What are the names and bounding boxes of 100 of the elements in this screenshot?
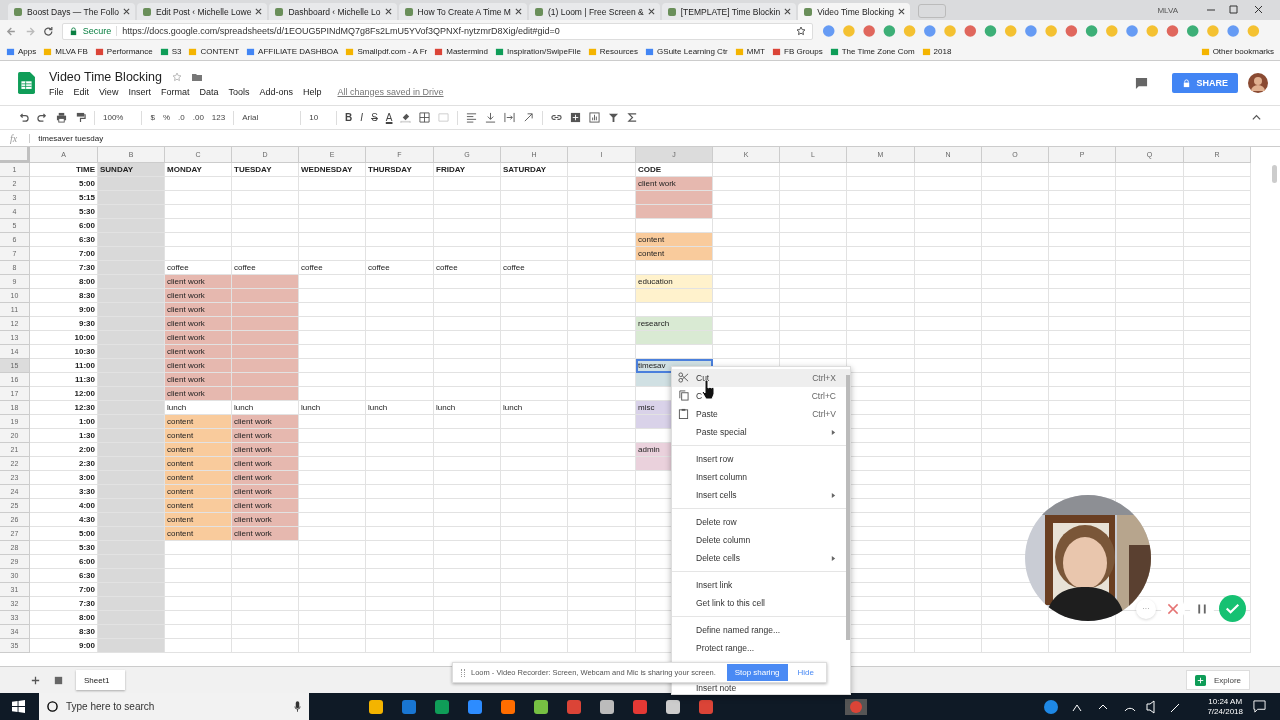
- browser-tab[interactable]: [TEMPLATE] Time Blockin: [661, 3, 797, 20]
- menu-item[interactable]: Delete column: [672, 531, 850, 549]
- explore-button[interactable]: Explore: [1185, 670, 1250, 690]
- filter-icon[interactable]: [608, 112, 620, 123]
- menu-item[interactable]: Define named range...: [672, 621, 850, 639]
- number-format-button[interactable]: 123: [211, 113, 226, 122]
- font-size-dropdown[interactable]: 10: [309, 113, 329, 122]
- sheet-tab[interactable]: Sheet1: [76, 670, 126, 690]
- scrollbar[interactable]: [1272, 165, 1277, 183]
- bookmark-link[interactable]: 2018: [921, 46, 952, 56]
- rotate-icon[interactable]: [523, 112, 535, 123]
- bookmark-link[interactable]: FB Groups: [772, 46, 823, 56]
- menu-item[interactable]: Cut Ctrl+X: [672, 369, 850, 387]
- check-icon[interactable]: [1219, 595, 1246, 622]
- comment-icon[interactable]: [1135, 76, 1149, 90]
- menu-item[interactable]: File: [49, 86, 64, 97]
- bookmark-link[interactable]: GSuite Learning Ctr: [645, 46, 728, 56]
- menu-item[interactable]: Edit: [73, 86, 90, 97]
- menu-item[interactable]: Insert: [128, 86, 151, 97]
- notification-icon[interactable]: [1253, 700, 1266, 713]
- menu-item[interactable]: Delete row: [672, 513, 850, 531]
- browser-tab[interactable]: Boost Days — The Follo: [8, 3, 135, 20]
- bookmark-link[interactable]: Mastermind: [434, 46, 488, 56]
- windows-start-icon[interactable]: [12, 700, 25, 713]
- bookmark-link[interactable]: Apps: [6, 46, 37, 56]
- clock-time[interactable]: 10:24 AM: [1208, 696, 1243, 707]
- bookmark-link[interactable]: Performance: [94, 46, 153, 56]
- number-format-button[interactable]: $: [150, 113, 155, 122]
- avatar-icon[interactable]: [1248, 73, 1268, 93]
- valign-icon[interactable]: [485, 112, 497, 123]
- clock-date[interactable]: 7/24/2018: [1207, 706, 1243, 717]
- taskbar-search-field[interactable]: Type here to search: [39, 693, 309, 720]
- number-format-button[interactable]: .0: [178, 113, 185, 122]
- menu-item[interactable]: Format: [160, 86, 190, 97]
- comment-icon[interactable]: [570, 112, 582, 123]
- wrap-icon[interactable]: [504, 112, 516, 123]
- paint-format-icon[interactable]: [75, 112, 86, 123]
- bookmark-link[interactable]: The Time Zone Com: [829, 46, 915, 56]
- number-format-button[interactable]: .00: [192, 113, 204, 122]
- close-icon[interactable]: [647, 8, 655, 15]
- print-icon[interactable]: [56, 112, 67, 123]
- text-style-button[interactable]: A: [385, 112, 393, 123]
- browser-tab[interactable]: How To Create A Time M: [398, 3, 527, 20]
- close-icon[interactable]: [255, 8, 263, 15]
- link-icon[interactable]: [551, 112, 563, 123]
- collapse-icon[interactable]: [1251, 112, 1262, 123]
- folder-icon[interactable]: [192, 71, 203, 82]
- menu-item[interactable]: Data: [199, 86, 219, 97]
- sheets-logo-icon[interactable]: [18, 72, 35, 94]
- menu-item[interactable]: Get link to this cell: [672, 594, 850, 612]
- browser-tab[interactable]: Dashboard ‹ Michelle Lo: [269, 3, 397, 20]
- borders-icon[interactable]: [419, 112, 431, 123]
- bookmark-link[interactable]: CONTENT: [188, 46, 240, 56]
- redo-icon[interactable]: [37, 112, 48, 123]
- bookmark-link[interactable]: S3: [159, 46, 182, 56]
- star-icon[interactable]: [172, 71, 183, 82]
- share-button[interactable]: SHARE: [1172, 73, 1238, 93]
- menu-item[interactable]: View: [99, 86, 119, 97]
- text-style-button[interactable]: B: [345, 112, 353, 123]
- menu-item[interactable]: Add-ons: [259, 86, 293, 97]
- number-format-button[interactable]: %: [162, 113, 171, 122]
- microphone-icon[interactable]: [294, 701, 301, 712]
- zoom-dropdown[interactable]: 100%: [103, 113, 134, 122]
- browser-tab[interactable]: (1) Loom | Free Screen &: [528, 3, 660, 20]
- menu-item[interactable]: Protect range...: [672, 639, 850, 657]
- undo-icon[interactable]: [18, 112, 29, 123]
- address-field[interactable]: Secure https://docs.google.com/spreadsheets/d/1EOUG5PINdMQ7g8Fs2LmU5YVof3QPNXf-nytzmrD8Xig/edit#gid=0: [61, 22, 814, 40]
- menu-item[interactable]: Insert link: [672, 576, 850, 594]
- close-icon[interactable]: [384, 8, 392, 15]
- close-icon[interactable]: [514, 8, 522, 15]
- close-icon[interactable]: [122, 8, 130, 15]
- browser-tab[interactable]: Video Time Blocking: [798, 3, 911, 20]
- save-status-link[interactable]: All changes saved in Drive: [337, 86, 444, 97]
- menu-item[interactable]: Tools: [228, 86, 250, 97]
- menu-item[interactable]: Help: [303, 86, 322, 97]
- bookmark-link[interactable]: Inspiration/SwipeFile: [495, 46, 581, 56]
- font-dropdown[interactable]: Arial: [242, 113, 293, 122]
- fill-color-icon[interactable]: [400, 112, 412, 123]
- align-icon[interactable]: [466, 112, 478, 123]
- close-icon[interactable]: [784, 8, 792, 15]
- browser-tab[interactable]: Edit Post ‹ Michelle Lowe: [136, 3, 268, 20]
- profile-name[interactable]: MLVA: [1157, 5, 1178, 15]
- menu-item[interactable]: Insert note: [672, 682, 850, 694]
- formula-field[interactable]: timesaver tuesday: [29, 133, 104, 143]
- sum-icon[interactable]: [627, 112, 639, 123]
- bookmark-link[interactable]: MMT: [734, 46, 765, 56]
- add-sheet-icon[interactable]: [30, 674, 41, 686]
- chart-icon[interactable]: [589, 112, 601, 123]
- bookmark-link[interactable]: Smallpdf.com - A Fr: [345, 46, 428, 56]
- reload-icon[interactable]: [43, 25, 54, 37]
- menu-item[interactable]: Delete cells: [672, 549, 850, 567]
- sheet-list-icon[interactable]: [53, 674, 64, 686]
- document-title[interactable]: Video Time Blocking: [49, 69, 163, 84]
- menu-item[interactable]: Insert cells: [672, 486, 850, 504]
- close-icon[interactable]: [898, 8, 906, 15]
- hide-button[interactable]: Hide: [793, 668, 818, 677]
- bookmark-link[interactable]: MLVA FB: [43, 46, 88, 56]
- bookmark-link[interactable]: AFFILIATE DASHBOA: [246, 46, 339, 56]
- text-style-button[interactable]: I: [360, 112, 364, 123]
- menu-item[interactable]: Insert column: [672, 468, 850, 486]
